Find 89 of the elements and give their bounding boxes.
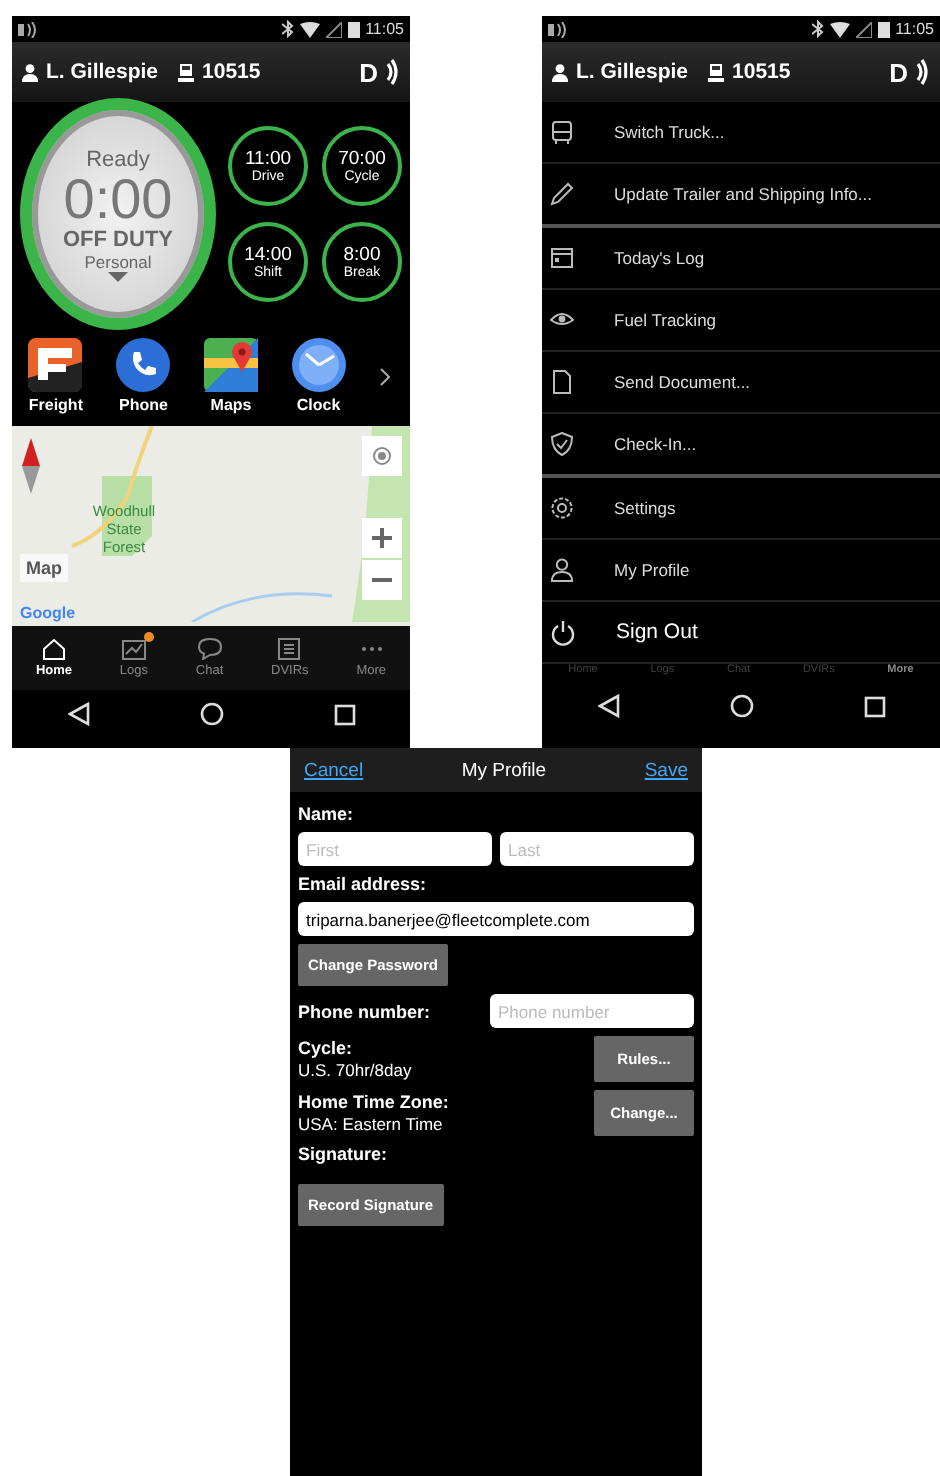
app-label[interactable]: Clock [296, 396, 341, 414]
zoom-in-button[interactable] [362, 518, 402, 558]
signal-waves-icon [548, 21, 568, 37]
list-icon [278, 638, 301, 660]
map-attribution: Google [20, 604, 76, 622]
field-label: Cycle: [298, 1038, 355, 1058]
chat-icon [197, 638, 222, 660]
phone-app-icon[interactable] [116, 338, 171, 392]
calendar-icon [550, 246, 574, 270]
driver-name: L. Gillespie [576, 60, 689, 84]
person-icon [22, 63, 38, 81]
duty-status-dial[interactable]: Ready 0:00 OFF DUTY Personal [20, 98, 216, 330]
clock-app-icon[interactable] [291, 338, 346, 392]
cycle-value: U.S. 70hr/8day [298, 1060, 412, 1080]
back-icon[interactable] [67, 702, 89, 726]
dropdown-caret-icon [108, 271, 128, 281]
app-label[interactable]: Maps [210, 396, 252, 414]
wifi-icon [829, 21, 850, 37]
compass-icon[interactable] [22, 438, 40, 494]
truck-number: 10515 [202, 60, 261, 84]
chevron-right-icon[interactable] [379, 367, 390, 385]
map-pin-app-icon[interactable] [204, 338, 259, 392]
chart-icon [121, 638, 146, 660]
home-circle-icon[interactable] [729, 694, 753, 718]
shield-check-icon [550, 432, 574, 456]
truck-number: 10515 [732, 60, 791, 84]
document-icon [550, 370, 574, 394]
app-label[interactable]: Phone [119, 396, 168, 414]
field-label: Email address: [298, 874, 429, 894]
plus-icon [372, 528, 392, 548]
email-field[interactable]: triparna.banerjee@fleetcomplete.com [298, 902, 694, 936]
waves-icon [916, 58, 930, 86]
field-label: Home Time Zone: [298, 1092, 449, 1112]
cell-signal-icon [325, 21, 342, 37]
back-icon[interactable] [597, 694, 619, 718]
menu-item[interactable]: Switch Truck... [542, 102, 940, 164]
menu-item[interactable]: Today's Log [542, 228, 940, 290]
field-label: Signature: [298, 1144, 390, 1164]
driver-name: L. Gillespie [46, 60, 159, 84]
truck-icon [178, 63, 195, 81]
duty-timer: 0:00 [63, 171, 173, 227]
cell-signal-icon [855, 21, 872, 37]
battery-icon [877, 20, 890, 38]
logo-letter: D [889, 57, 908, 87]
waves-icon [386, 58, 400, 86]
menu-item[interactable]: Fuel Tracking [542, 290, 940, 352]
menu-item[interactable]: Settings [542, 478, 940, 540]
duty-ready-label: Ready [86, 147, 150, 171]
person-icon [552, 63, 568, 81]
home-icon [41, 638, 66, 660]
first-name-field[interactable]: First [298, 832, 492, 866]
zoom-out-button[interactable] [362, 560, 402, 600]
recents-square-icon[interactable] [333, 703, 355, 725]
home-circle-icon[interactable] [199, 702, 223, 726]
last-name-field[interactable]: Last [500, 832, 694, 866]
truck-icon [708, 63, 725, 81]
signal-waves-icon [18, 21, 38, 37]
my-location-button[interactable] [362, 436, 402, 476]
save-link[interactable]: Save [644, 759, 688, 781]
duty-status: OFF DUTY [63, 227, 173, 251]
menu-item[interactable]: My Profile [542, 540, 940, 602]
duty-sub-status: Personal [84, 251, 152, 271]
map-type-button[interactable]: Map [20, 554, 68, 582]
recents-square-icon[interactable] [863, 695, 885, 717]
menu-item[interactable]: Update Trailer and Shipping Info... [542, 164, 940, 228]
clock-time: 11:05 [895, 20, 934, 38]
bluetooth-icon [281, 20, 294, 38]
wifi-icon [299, 21, 320, 37]
bluetooth-icon [811, 20, 824, 38]
menu-item[interactable]: Check-In... [542, 414, 940, 478]
settings-icon [550, 496, 574, 520]
app-label[interactable]: Freight [28, 396, 83, 414]
phone-number-field[interactable]: Phone number [490, 994, 694, 1028]
power-icon [550, 619, 576, 645]
screen-title: My Profile [461, 759, 547, 781]
freight-app-icon[interactable] [28, 338, 83, 392]
logo-letter: D [359, 57, 378, 87]
battery-icon [347, 20, 360, 38]
clock-time: 11:05 [365, 20, 404, 38]
person-icon [550, 558, 574, 582]
target-icon [372, 446, 392, 466]
menu-item[interactable]: Send Document... [542, 352, 940, 414]
field-label: Name: [298, 804, 356, 824]
timezone-value: USA: Eastern Time [298, 1114, 445, 1134]
field-label: Phone number: [298, 1001, 431, 1021]
bus-icon [550, 120, 574, 144]
menu-item[interactable]: Sign Out [542, 602, 940, 664]
pencil-icon [550, 182, 574, 206]
cancel-link[interactable]: Cancel [304, 759, 364, 781]
